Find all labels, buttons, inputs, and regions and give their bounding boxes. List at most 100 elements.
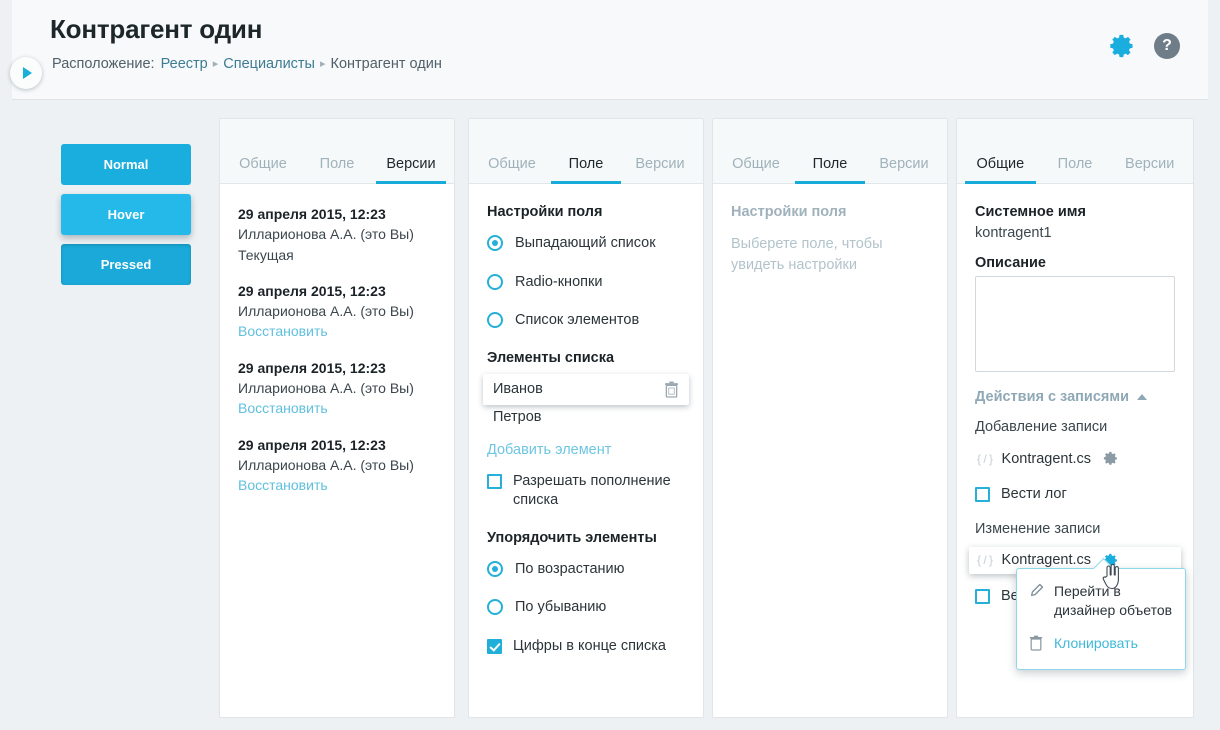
- button-hover[interactable]: Hover: [61, 194, 191, 235]
- add-record-label: Добавление записи: [975, 419, 1108, 435]
- version-date: 29 апреля 2015, 12:23: [238, 206, 386, 222]
- list-item[interactable]: Иванов: [483, 373, 689, 405]
- gear-icon[interactable]: [1108, 32, 1136, 60]
- version-author: Илларионова А.А. (это Вы): [238, 456, 414, 473]
- version-restore-link[interactable]: Восстановить: [238, 475, 436, 495]
- tab-versii[interactable]: Версии: [867, 156, 941, 183]
- version-date: 29 апреля 2015, 12:23: [238, 282, 386, 299]
- radio-icon: [487, 235, 503, 251]
- radio-radiobuttons[interactable]: Radio-кнопки: [487, 273, 685, 293]
- version-item: 29 апреля 2015, 12:23 Илларионова А.А. (…: [238, 358, 436, 419]
- version-restore-link[interactable]: Восстановить: [238, 321, 436, 341]
- tab-pole[interactable]: Поле: [300, 156, 374, 183]
- tab-bar: Общие Поле Версии: [469, 119, 703, 184]
- field-settings-title-disabled: Настройки поля: [731, 204, 847, 220]
- accordion-title: Действия с записями: [975, 389, 1129, 405]
- radio-label: Выпадающий список: [515, 235, 656, 251]
- description-textarea[interactable]: [975, 276, 1175, 372]
- panel-field-empty: Общие Поле Версии Настройки поля Выберет…: [712, 118, 948, 718]
- radio-icon: [487, 273, 503, 290]
- version-restore-link[interactable]: Восстановить: [238, 398, 436, 418]
- tab-obshie[interactable]: Общие: [719, 156, 793, 183]
- add-item-link[interactable]: Добавить элемент: [487, 442, 685, 458]
- breadcrumb-item-0[interactable]: Реестр: [161, 56, 208, 72]
- add-record-script-row[interactable]: { / } Kontragent.cs: [969, 445, 1181, 472]
- radio-icon: [487, 599, 503, 616]
- tab-pole[interactable]: Поле: [1038, 156, 1113, 183]
- version-author: Илларионова А.А. (это Вы): [238, 380, 414, 397]
- context-menu-item-label: Клонировать: [1054, 634, 1138, 651]
- context-menu-item-clone[interactable]: Клонировать: [1017, 628, 1185, 663]
- system-name-label: Системное имя: [975, 204, 1086, 220]
- tab-obshie[interactable]: Общие: [226, 156, 300, 183]
- list-item-label: Иванов: [493, 381, 543, 398]
- checkbox-allow-extend[interactable]: Разрешать пополнение списка: [487, 472, 685, 511]
- radio-label: Список элементов: [515, 312, 640, 329]
- record-actions-accordion[interactable]: Действия с записями: [975, 389, 1175, 405]
- trash-icon[interactable]: [664, 381, 679, 398]
- field-empty-body: Настройки поля Выберете поле, чтобы увид…: [713, 184, 947, 717]
- button-state-demo: Normal Hover Pressed: [61, 144, 191, 294]
- gear-icon[interactable]: [1102, 450, 1119, 467]
- version-item: 29 апреля 2015, 12:23 Илларионова А.А. (…: [238, 435, 436, 496]
- version-item: 29 апреля 2015, 12:23 Илларионова А.А. (…: [238, 204, 436, 265]
- versions-list: 29 апреля 2015, 12:23 Илларионова А.А. (…: [220, 184, 454, 717]
- app-root: Контрагент один Расположение: Реестр ▸ Спец…: [0, 0, 1220, 730]
- version-author: Илларионова А.А. (это Вы): [238, 303, 414, 320]
- radio-icon: [487, 560, 503, 577]
- radio-descending[interactable]: По убыванию: [487, 598, 685, 618]
- tab-bar: Общие Поле Версии: [957, 119, 1193, 184]
- script-name: Kontragent.cs: [1001, 552, 1092, 569]
- tab-bar: Общие Поле Версии: [220, 119, 454, 184]
- order-title: Упорядочить элементы: [487, 529, 657, 546]
- checkbox-icon: [975, 588, 990, 604]
- version-author: Илларионова А.А. (это Вы): [238, 226, 414, 243]
- field-settings-body: Настройки поля Выпадающий список Radio-к…: [469, 184, 703, 717]
- pencil-icon: [1029, 583, 1045, 603]
- breadcrumb-item-1[interactable]: Специалисты: [223, 56, 315, 72]
- tab-obshie[interactable]: Общие: [963, 156, 1038, 184]
- checkbox-add-record-log[interactable]: Вести лог: [975, 485, 1175, 505]
- list-item[interactable]: Петров: [487, 406, 685, 431]
- version-item: 29 апреля 2015, 12:23 Илларионова А.А. (…: [238, 281, 436, 342]
- header-actions: ?: [1108, 32, 1180, 60]
- description-label: Описание: [975, 255, 1046, 271]
- breadcrumb-separator-icon: ▸: [319, 58, 326, 70]
- tab-versii[interactable]: Версии: [1112, 156, 1187, 183]
- tab-bar: Общие Поле Версии: [713, 119, 947, 184]
- panel-field-settings: Общие Поле Версии Настройки поля Выпадаю…: [468, 118, 704, 718]
- tab-pole[interactable]: Поле: [549, 156, 623, 184]
- radio-label: Radio-кнопки: [515, 273, 603, 290]
- button-normal[interactable]: Normal: [61, 144, 191, 185]
- caret-up-icon: [1136, 394, 1147, 400]
- edit-record-label: Изменение записи: [975, 520, 1101, 537]
- tab-versii[interactable]: Версии: [374, 156, 448, 184]
- play-triangle-icon: [23, 67, 32, 79]
- page-header: Контрагент один Расположение: Реестр ▸ Спец…: [12, 0, 1208, 100]
- trash-icon: [1029, 635, 1045, 656]
- breadcrumb-item-2: Контрагент один: [330, 56, 442, 72]
- sidebar-expand-button[interactable]: [10, 57, 42, 89]
- script-name: Kontragent.cs: [1001, 450, 1092, 467]
- checkbox-label: Цифры в конце списка: [513, 637, 666, 654]
- radio-dropdown[interactable]: Выпадающий список: [487, 234, 685, 254]
- button-pressed[interactable]: Pressed: [61, 244, 191, 285]
- radio-label: По возрастанию: [515, 560, 625, 577]
- list-items-title: Элементы списка: [487, 349, 615, 366]
- radio-ascending[interactable]: По возрастанию: [487, 560, 685, 580]
- code-icon: { / }: [977, 451, 993, 466]
- breadcrumb-separator-icon: ▸: [212, 58, 219, 70]
- radio-elementlist[interactable]: Список элементов: [487, 311, 685, 331]
- system-name-value: kontragent1: [975, 225, 1052, 241]
- checkbox-icon: [975, 487, 990, 502]
- checkbox-label: Разрешать пополнение списка: [513, 472, 671, 509]
- radio-label: По убыванию: [515, 599, 607, 616]
- panel-versions: Общие Поле Версии 29 апреля 2015, 12:23 …: [219, 118, 455, 718]
- help-icon[interactable]: ?: [1154, 33, 1180, 59]
- tab-versii[interactable]: Версии: [623, 156, 697, 183]
- tab-pole[interactable]: Поле: [793, 156, 867, 184]
- radio-icon: [487, 312, 503, 329]
- checkbox-digits-last[interactable]: Цифры в конце списка: [487, 637, 685, 657]
- empty-hint: Выберете поле, чтобы увидеть настройки: [731, 236, 883, 274]
- tab-obshie[interactable]: Общие: [475, 156, 549, 183]
